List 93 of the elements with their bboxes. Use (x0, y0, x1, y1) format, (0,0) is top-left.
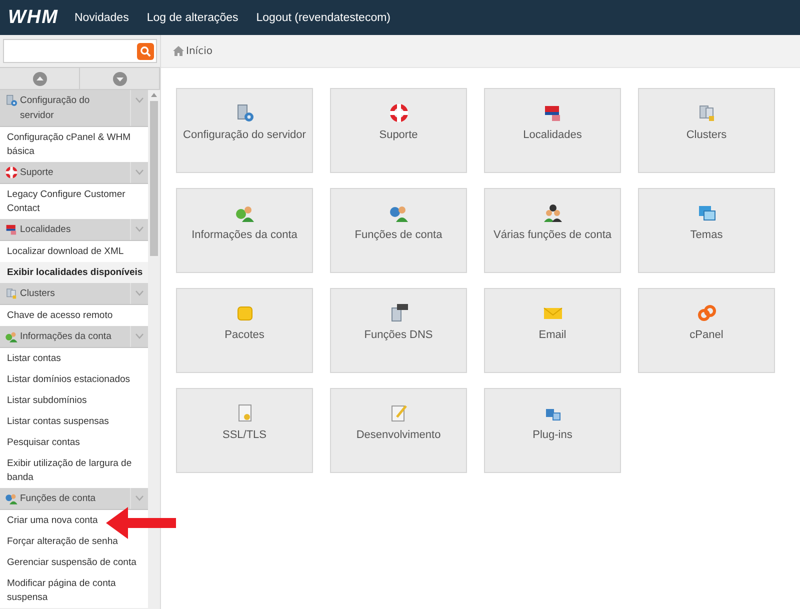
user-gear-icon (5, 492, 18, 505)
section-title[interactable]: Suporte (20, 165, 54, 180)
section-title[interactable]: Configuração do servidor (20, 93, 126, 123)
flag-icon (5, 223, 18, 236)
tile-label: Plug-ins (532, 429, 572, 441)
category-tile[interactable]: Desenvolvimento (330, 388, 467, 473)
search-icon (140, 46, 151, 56)
menu-item[interactable]: Forçar alteração de senha (0, 531, 148, 552)
menu-item[interactable]: Listar contas (0, 348, 148, 369)
section-header[interactable]: Suporte (0, 162, 148, 184)
tile-label: Suporte (379, 129, 418, 141)
category-tile[interactable]: Localidades (484, 88, 621, 173)
lifebuoy-icon (388, 103, 408, 123)
tile-label: Informações da conta (192, 229, 298, 241)
tile-label: Localidades (523, 129, 582, 141)
server-gear-icon (5, 94, 18, 107)
home-icon (173, 46, 184, 56)
category-tile[interactable]: Suporte (330, 88, 467, 173)
section-header[interactable]: Funções de conta (0, 488, 148, 510)
server-lock-icon (5, 287, 18, 300)
section-title[interactable]: Clusters (20, 286, 55, 301)
section-title[interactable]: Funções de conta (20, 491, 96, 506)
menu-item[interactable]: Modificar página de conta suspensa (0, 573, 148, 608)
menu-item[interactable]: Exibir utilização de largura de banda (0, 453, 148, 488)
menu-item[interactable]: Configuração cPanel & WHM básica (0, 127, 148, 162)
up-circle-icon (32, 72, 46, 86)
window-icon (696, 203, 716, 223)
chevron-icon (135, 290, 144, 296)
tile-label: cPanel (690, 329, 724, 341)
flag-icon (542, 103, 562, 123)
section-header[interactable]: Configuração do servidor (0, 90, 148, 127)
cpanel-logo-icon (696, 303, 716, 323)
tile-label: Email (538, 329, 566, 341)
category-tile[interactable]: Email (484, 288, 621, 373)
user-info-icon (5, 330, 18, 343)
category-tile[interactable]: cPanel (638, 288, 775, 373)
category-tile[interactable]: Várias funções de conta (484, 188, 621, 273)
section-header[interactable]: Localidades (0, 219, 148, 241)
category-tile[interactable]: Temas (638, 188, 775, 273)
section-title[interactable]: Localidades (20, 222, 71, 237)
dns-icon (388, 303, 408, 323)
menu-item[interactable]: Listar subdomínios (0, 390, 148, 411)
tile-label: Configuração do servidor (183, 129, 306, 141)
category-tile[interactable]: Clusters (638, 88, 775, 173)
scrollbar-thumb[interactable] (150, 101, 158, 256)
tile-label: Funções de conta (354, 229, 442, 241)
category-tile[interactable]: Plug-ins (484, 388, 621, 473)
menu-item[interactable]: Localizar download de XML (0, 241, 148, 262)
tile-label: Pacotes (224, 329, 264, 341)
section-header[interactable]: Clusters (0, 283, 148, 305)
pointer-arrow-icon (106, 507, 176, 539)
search-field[interactable] (3, 39, 157, 63)
chevron-icon (135, 226, 144, 232)
chevron-icon (135, 333, 144, 339)
users-icon (542, 203, 562, 223)
menu-item[interactable]: Listar contas suspensas (0, 411, 148, 432)
server-gear-icon (234, 103, 254, 123)
menu-item[interactable]: Listar domínios estacionados (0, 369, 148, 390)
chevron-icon (135, 495, 144, 501)
menu-item[interactable]: Chave de acesso remoto (0, 305, 148, 326)
category-tile[interactable]: Configuração do servidor (176, 88, 313, 173)
tile-label: Funções DNS (364, 329, 433, 341)
menu-item[interactable]: Exibir localidades disponíveis (0, 262, 148, 283)
whm-logo[interactable]: WHM (8, 6, 58, 28)
collapse-all-button[interactable] (0, 68, 80, 89)
server-lock-icon (696, 103, 716, 123)
expand-all-button[interactable] (80, 68, 160, 89)
menu-item[interactable]: Gerenciar suspensão de conta (0, 552, 148, 573)
search-button[interactable] (137, 42, 154, 60)
tile-label: SSL/TLS (222, 429, 267, 441)
chevron-icon (135, 169, 144, 175)
nav-link[interactable]: Logout (revendatestecom) (256, 12, 391, 24)
category-tile[interactable]: Informações da conta (176, 188, 313, 273)
lifebuoy-icon (5, 166, 18, 179)
tile-label: Desenvolvimento (356, 429, 441, 441)
category-tile[interactable]: Funções DNS (330, 288, 467, 373)
category-tile[interactable]: Funções de conta (330, 188, 467, 273)
tile-label: Várias funções de conta (493, 229, 612, 241)
nav-link[interactable]: Log de alterações (146, 12, 238, 24)
tile-label: Clusters (686, 129, 727, 141)
chevron-icon (135, 97, 144, 103)
section-title[interactable]: Informações da conta (20, 329, 112, 344)
category-tile[interactable]: SSL/TLS (176, 388, 313, 473)
down-circle-icon (112, 72, 126, 86)
menu-item[interactable]: Pesquisar contas (0, 432, 148, 453)
category-tile[interactable]: Pacotes (176, 288, 313, 373)
breadcrumb-link[interactable]: Início (173, 46, 212, 56)
menu-item[interactable]: Legacy Configure Customer Contact (0, 184, 148, 219)
section-header[interactable]: Informações da conta (0, 326, 148, 348)
scroll-up-icon (151, 93, 157, 97)
tile-label: Temas (690, 229, 723, 241)
document-pencil-icon (388, 403, 408, 423)
nav-link[interactable]: Novidades (74, 12, 129, 24)
